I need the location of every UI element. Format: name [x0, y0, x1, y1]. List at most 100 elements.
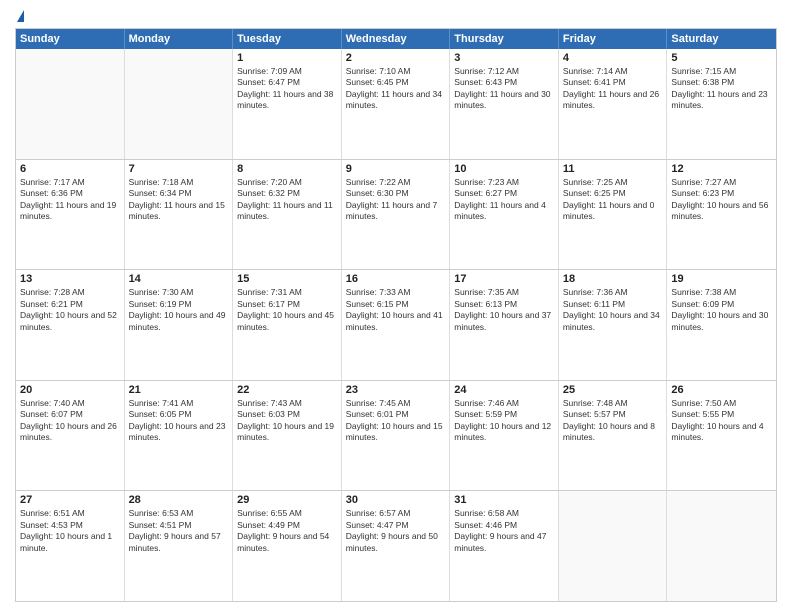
cell-info: Sunrise: 7:17 AM Sunset: 6:36 PM Dayligh… — [20, 177, 120, 223]
calendar-cell-17: 17Sunrise: 7:35 AM Sunset: 6:13 PM Dayli… — [450, 270, 559, 380]
day-number: 3 — [454, 52, 554, 64]
day-number: 16 — [346, 273, 446, 285]
calendar-cell-26: 26 Sunrise: 7:50 AM Sunset: 5:55 PM Dayli… — [667, 381, 776, 491]
calendar-body: 1 Sunrise: 7:09 AM Sunset: 6:47 PM Daylig… — [16, 49, 776, 601]
calendar-cell-9: 9 Sunrise: 7:22 AM Sunset: 6:30 PM Daylig… — [342, 160, 451, 270]
calendar-cell-18: 18 Sunrise: 7:36 AM Sunset: 6:11 PM Dayli… — [559, 270, 668, 380]
day-number: 18 — [563, 273, 663, 285]
cell-info: Sunrise: 7:43 AM Sunset: 6:03 PM Dayligh… — [237, 398, 337, 444]
calendar-cell-19: 19 Sunrise: 7:38 AM Sunset: 6:09 PM Dayli… — [667, 270, 776, 380]
calendar-cell-12: 12Sunrise: 7:27 AM Sunset: 6:23 PM Dayli… — [667, 160, 776, 270]
cell-info: Sunrise: 7:14 AM Sunset: 6:41 PM Dayligh… — [563, 66, 663, 112]
calendar-cell-empty — [125, 49, 234, 159]
calendar-cell-22: 22 Sunrise: 7:43 AM Sunset: 6:03 PM Dayli… — [233, 381, 342, 491]
day-number: 25 — [563, 384, 663, 396]
calendar-cell-30: 30 Sunrise: 6:57 AM Sunset: 4:47 PM Dayli… — [342, 491, 451, 601]
cell-info: Sunrise: 7:50 AM Sunset: 5:55 PM Dayligh… — [671, 398, 772, 444]
calendar-cell-29: 29 Sunrise: 6:55 AM Sunset: 4:49 PM Dayli… — [233, 491, 342, 601]
cell-info: Sunrise: 7:38 AM Sunset: 6:09 PM Dayligh… — [671, 287, 772, 333]
cell-info: Sunrise: 7:22 AM Sunset: 6:30 PM Dayligh… — [346, 177, 446, 223]
cell-info: Sunrise: 6:53 AM Sunset: 4:51 PM Dayligh… — [129, 508, 229, 554]
cell-info: Sunrise: 7:33 AM Sunset: 6:15 PM Dayligh… — [346, 287, 446, 333]
calendar-cell-11: 11Sunrise: 7:25 AM Sunset: 6:25 PM Dayli… — [559, 160, 668, 270]
day-number: 1 — [237, 52, 337, 64]
calendar-cell-7: 7 Sunrise: 7:18 AM Sunset: 6:34 PM Daylig… — [125, 160, 234, 270]
calendar-cell-28: 28 Sunrise: 6:53 AM Sunset: 4:51 PM Dayli… — [125, 491, 234, 601]
weekday-header-wednesday: Wednesday — [342, 29, 451, 49]
weekday-header-sunday: Sunday — [16, 29, 125, 49]
cell-info: Sunrise: 7:25 AM Sunset: 6:25 PM Dayligh… — [563, 177, 663, 223]
calendar-header: SundayMondayTuesdayWednesdayThursdayFrid… — [16, 29, 776, 49]
calendar-cell-4: 4 Sunrise: 7:14 AM Sunset: 6:41 PM Daylig… — [559, 49, 668, 159]
logo — [15, 10, 24, 22]
day-number: 21 — [129, 384, 229, 396]
cell-info: Sunrise: 7:41 AM Sunset: 6:05 PM Dayligh… — [129, 398, 229, 444]
day-number: 13 — [20, 273, 120, 285]
day-number: 23 — [346, 384, 446, 396]
cell-info: Sunrise: 6:58 AM Sunset: 4:46 PM Dayligh… — [454, 508, 554, 554]
calendar-row-3: 20Sunrise: 7:40 AM Sunset: 6:07 PM Dayli… — [16, 380, 776, 491]
calendar-cell-empty — [667, 491, 776, 601]
day-number: 24 — [454, 384, 554, 396]
calendar-cell-2: 2 Sunrise: 7:10 AM Sunset: 6:45 PM Daylig… — [342, 49, 451, 159]
calendar-row-0: 1 Sunrise: 7:09 AM Sunset: 6:47 PM Daylig… — [16, 49, 776, 159]
calendar-cell-31: 31 Sunrise: 6:58 AM Sunset: 4:46 PM Dayli… — [450, 491, 559, 601]
calendar-cell-15: 15 Sunrise: 7:31 AM Sunset: 6:17 PM Dayli… — [233, 270, 342, 380]
calendar-cell-5: 5 Sunrise: 7:15 AM Sunset: 6:38 PM Daylig… — [667, 49, 776, 159]
calendar-cell-3: 3Sunrise: 7:12 AM Sunset: 6:43 PM Daylig… — [450, 49, 559, 159]
calendar-cell-6: 6 Sunrise: 7:17 AM Sunset: 6:36 PM Daylig… — [16, 160, 125, 270]
day-number: 20 — [20, 384, 120, 396]
cell-info: Sunrise: 6:55 AM Sunset: 4:49 PM Dayligh… — [237, 508, 337, 554]
calendar-row-1: 6 Sunrise: 7:17 AM Sunset: 6:36 PM Daylig… — [16, 159, 776, 270]
day-number: 5 — [671, 52, 772, 64]
day-number: 6 — [20, 163, 120, 175]
calendar-row-4: 27 Sunrise: 6:51 AM Sunset: 4:53 PM Dayli… — [16, 490, 776, 601]
calendar-page: SundayMondayTuesdayWednesdayThursdayFrid… — [0, 0, 792, 612]
calendar-cell-10: 10 Sunrise: 7:23 AM Sunset: 6:27 PM Dayli… — [450, 160, 559, 270]
day-number: 2 — [346, 52, 446, 64]
day-number: 31 — [454, 494, 554, 506]
cell-info: Sunrise: 7:18 AM Sunset: 6:34 PM Dayligh… — [129, 177, 229, 223]
calendar-cell-23: 23 Sunrise: 7:45 AM Sunset: 6:01 PM Dayli… — [342, 381, 451, 491]
cell-info: Sunrise: 7:15 AM Sunset: 6:38 PM Dayligh… — [671, 66, 772, 112]
cell-info: Sunrise: 7:31 AM Sunset: 6:17 PM Dayligh… — [237, 287, 337, 333]
calendar-cell-27: 27 Sunrise: 6:51 AM Sunset: 4:53 PM Dayli… — [16, 491, 125, 601]
day-number: 4 — [563, 52, 663, 64]
day-number: 27 — [20, 494, 120, 506]
calendar-cell-14: 14Sunrise: 7:30 AM Sunset: 6:19 PM Dayli… — [125, 270, 234, 380]
day-number: 29 — [237, 494, 337, 506]
calendar-cell-empty — [559, 491, 668, 601]
calendar-cell-20: 20Sunrise: 7:40 AM Sunset: 6:07 PM Dayli… — [16, 381, 125, 491]
calendar: SundayMondayTuesdayWednesdayThursdayFrid… — [15, 28, 777, 602]
header — [15, 10, 777, 22]
weekday-header-friday: Friday — [559, 29, 668, 49]
cell-info: Sunrise: 6:57 AM Sunset: 4:47 PM Dayligh… — [346, 508, 446, 554]
calendar-cell-1: 1 Sunrise: 7:09 AM Sunset: 6:47 PM Daylig… — [233, 49, 342, 159]
calendar-cell-24: 24Sunrise: 7:46 AM Sunset: 5:59 PM Dayli… — [450, 381, 559, 491]
weekday-header-monday: Monday — [125, 29, 234, 49]
cell-info: Sunrise: 7:23 AM Sunset: 6:27 PM Dayligh… — [454, 177, 554, 223]
day-number: 19 — [671, 273, 772, 285]
cell-info: Sunrise: 6:51 AM Sunset: 4:53 PM Dayligh… — [20, 508, 120, 554]
cell-info: Sunrise: 7:20 AM Sunset: 6:32 PM Dayligh… — [237, 177, 337, 223]
day-number: 8 — [237, 163, 337, 175]
day-number: 7 — [129, 163, 229, 175]
day-number: 15 — [237, 273, 337, 285]
cell-info: Sunrise: 7:45 AM Sunset: 6:01 PM Dayligh… — [346, 398, 446, 444]
cell-info: Sunrise: 7:30 AM Sunset: 6:19 PM Dayligh… — [129, 287, 229, 333]
cell-info: Sunrise: 7:09 AM Sunset: 6:47 PM Dayligh… — [237, 66, 337, 112]
day-number: 9 — [346, 163, 446, 175]
calendar-row-2: 13 Sunrise: 7:28 AM Sunset: 6:21 PM Dayli… — [16, 269, 776, 380]
cell-info: Sunrise: 7:48 AM Sunset: 5:57 PM Dayligh… — [563, 398, 663, 444]
cell-info: Sunrise: 7:36 AM Sunset: 6:11 PM Dayligh… — [563, 287, 663, 333]
cell-info: Sunrise: 7:10 AM Sunset: 6:45 PM Dayligh… — [346, 66, 446, 112]
day-number: 26 — [671, 384, 772, 396]
day-number: 28 — [129, 494, 229, 506]
cell-info: Sunrise: 7:28 AM Sunset: 6:21 PM Dayligh… — [20, 287, 120, 333]
calendar-cell-16: 16 Sunrise: 7:33 AM Sunset: 6:15 PM Dayli… — [342, 270, 451, 380]
day-number: 17 — [454, 273, 554, 285]
day-number: 22 — [237, 384, 337, 396]
day-number: 30 — [346, 494, 446, 506]
weekday-header-saturday: Saturday — [667, 29, 776, 49]
day-number: 10 — [454, 163, 554, 175]
